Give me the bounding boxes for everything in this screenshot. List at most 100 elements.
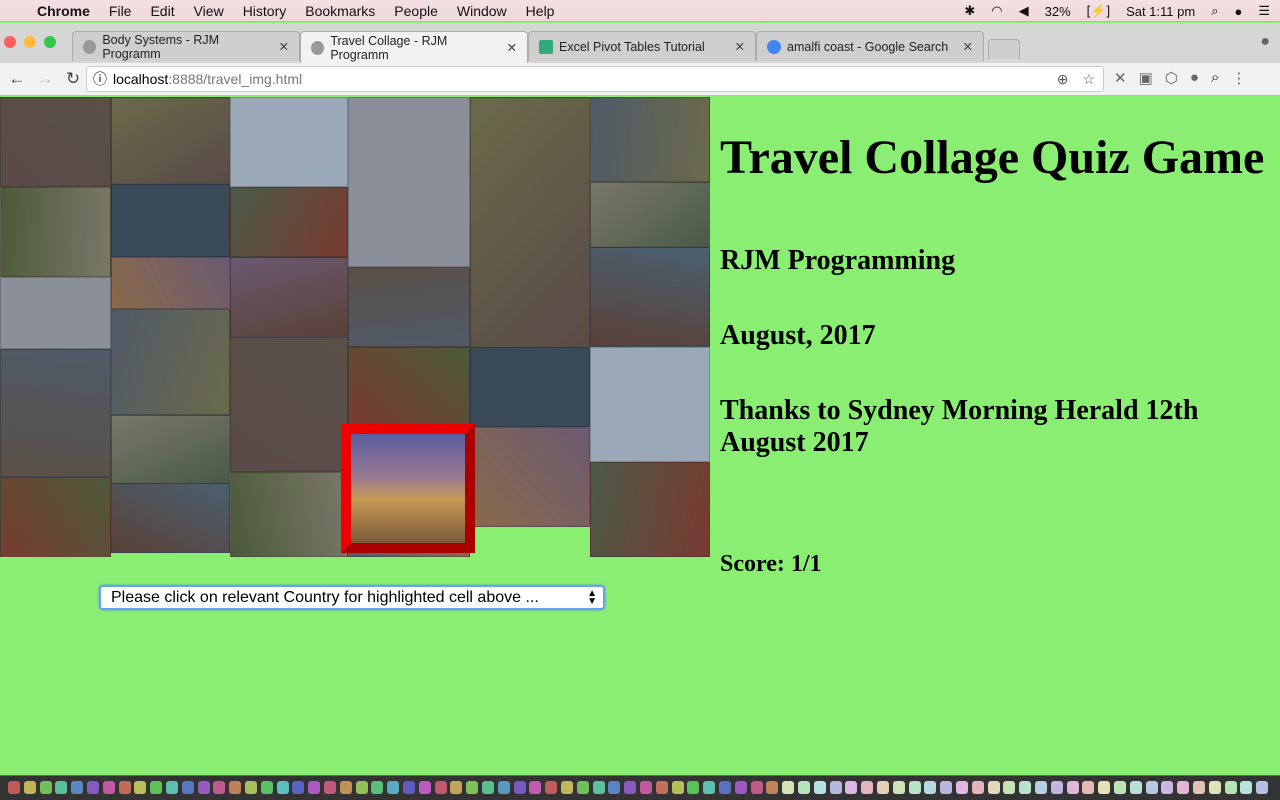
dock-app-icon[interactable] [118, 781, 131, 794]
dock-app-icon[interactable] [418, 781, 431, 794]
collage-cell[interactable] [230, 257, 348, 337]
dock-app-icon[interactable] [87, 781, 99, 794]
zoom-window-button[interactable] [44, 36, 56, 48]
zoom-icon[interactable]: ⊕ [1057, 71, 1069, 88]
collage-cell[interactable] [590, 182, 710, 247]
dock-app-icon[interactable] [1129, 781, 1142, 794]
dock-app-icon[interactable] [861, 781, 874, 794]
dock-app-icon[interactable] [403, 781, 415, 794]
tab-excel-pivot[interactable]: Excel Pivot Tables Tutorial ✕ [528, 31, 756, 61]
dock-app-icon[interactable] [8, 781, 20, 794]
dock-app-icon[interactable] [434, 781, 447, 794]
dock-app-icon[interactable] [687, 781, 700, 794]
dock-app-icon[interactable] [371, 781, 384, 794]
dock-app-icon[interactable] [782, 781, 795, 794]
dock-app-icon[interactable] [892, 781, 905, 794]
menu-window[interactable]: Window [457, 3, 507, 19]
dock-app-icon[interactable] [671, 781, 684, 794]
search-icon[interactable]: ⌕ [1211, 69, 1219, 87]
dock-app-icon[interactable] [23, 781, 36, 794]
dock-app-icon[interactable] [1082, 781, 1095, 794]
collage-cell[interactable] [0, 349, 111, 477]
dock-app-icon[interactable] [813, 781, 826, 794]
country-select[interactable]: Please click on relevant Country for hig… [99, 585, 605, 610]
wifi-icon[interactable]: ◠ [991, 3, 1002, 19]
dock-app-icon[interactable] [703, 781, 716, 794]
dock-app-icon[interactable] [324, 781, 336, 794]
info-icon[interactable]: ⓘ [93, 69, 107, 89]
collage-cell[interactable] [111, 483, 230, 553]
collage-cell[interactable] [348, 347, 470, 427]
battery-icon[interactable]: [⚡] [1087, 3, 1110, 19]
collage-cell[interactable] [111, 97, 230, 184]
collage-cell[interactable] [470, 427, 590, 527]
collage-cell[interactable] [230, 187, 348, 257]
dock-app-icon[interactable] [987, 781, 1000, 794]
dock-app-icon[interactable] [1019, 781, 1032, 794]
new-tab-button[interactable] [988, 39, 1020, 59]
dock-app-icon[interactable] [561, 781, 573, 794]
collage-cell[interactable] [0, 277, 111, 349]
dock-app-icon[interactable] [260, 781, 273, 794]
dock-app-icon[interactable] [1240, 781, 1253, 794]
collage-cell[interactable] [111, 257, 230, 309]
menu-icon[interactable]: ⋮ [1231, 69, 1246, 87]
dock-app-icon[interactable] [798, 781, 810, 794]
menu-app[interactable]: Chrome [37, 3, 90, 19]
dock-app-icon[interactable] [482, 781, 494, 794]
dock-app-icon[interactable] [576, 781, 589, 794]
close-tab-icon[interactable]: ✕ [279, 39, 289, 54]
battery-percent[interactable]: 32% [1045, 4, 1071, 19]
dock-app-icon[interactable] [229, 781, 242, 794]
collage-cell[interactable] [230, 472, 348, 557]
forward-icon[interactable]: → [34, 69, 56, 89]
menu-people[interactable]: People [394, 3, 438, 19]
dock-app-icon[interactable] [766, 781, 779, 794]
dock-app-icon[interactable] [1256, 781, 1269, 794]
collage-cell[interactable] [0, 97, 111, 187]
dock-app-icon[interactable] [355, 781, 368, 794]
dock-app-icon[interactable] [134, 781, 147, 794]
menu-history[interactable]: History [243, 3, 287, 19]
tab-travel-collage[interactable]: Travel Collage - RJM Programm ✕ [300, 31, 528, 63]
clock[interactable]: Sat 1:11 pm [1126, 4, 1195, 19]
dock-app-icon[interactable] [940, 781, 953, 794]
dock-app-icon[interactable] [971, 781, 984, 794]
bluetooth-icon[interactable]: ✱ [964, 3, 975, 19]
dock-app-icon[interactable] [1193, 781, 1205, 794]
dock-app-icon[interactable] [545, 781, 558, 794]
dock-app-icon[interactable] [608, 781, 621, 794]
tab-body-systems[interactable]: Body Systems - RJM Programm ✕ [72, 31, 300, 61]
dock-app-icon[interactable] [339, 781, 352, 794]
minimize-window-button[interactable] [24, 36, 36, 48]
dock-app-icon[interactable] [308, 781, 321, 794]
menu-edit[interactable]: Edit [150, 3, 174, 19]
collage-cell[interactable] [590, 462, 710, 557]
extension-icon[interactable]: ▣ [1139, 69, 1153, 87]
dock-app-icon[interactable] [877, 781, 889, 794]
dock-app-icon[interactable] [956, 781, 968, 794]
collage-cell[interactable] [111, 184, 230, 257]
collage-cell[interactable] [0, 477, 111, 557]
extension-icon[interactable]: ✕ [1114, 69, 1127, 87]
dock-app-icon[interactable] [150, 781, 163, 794]
dock-app-icon[interactable] [750, 781, 763, 794]
dock-app-icon[interactable] [719, 781, 731, 794]
dock-app-icon[interactable] [213, 781, 226, 794]
dock-app-icon[interactable] [466, 781, 479, 794]
siri-icon[interactable]: ● [1234, 4, 1242, 19]
dock-app-icon[interactable] [450, 781, 463, 794]
dock-app-icon[interactable] [181, 781, 194, 794]
tab-amalfi-search[interactable]: amalfi coast - Google Search ✕ [756, 31, 984, 61]
menu-file[interactable]: File [109, 3, 132, 19]
extension-icon[interactable]: ⬡ [1165, 69, 1178, 87]
back-icon[interactable]: ← [6, 69, 28, 89]
menu-help[interactable]: Help [526, 3, 555, 19]
collage-cell[interactable] [111, 309, 230, 415]
dock-app-icon[interactable] [1050, 781, 1063, 794]
dock-app-icon[interactable] [734, 781, 747, 794]
collage-cell[interactable] [348, 267, 470, 347]
dock-app-icon[interactable] [1145, 781, 1158, 794]
dock-app-icon[interactable] [102, 781, 115, 794]
dock-app-icon[interactable] [39, 781, 52, 794]
